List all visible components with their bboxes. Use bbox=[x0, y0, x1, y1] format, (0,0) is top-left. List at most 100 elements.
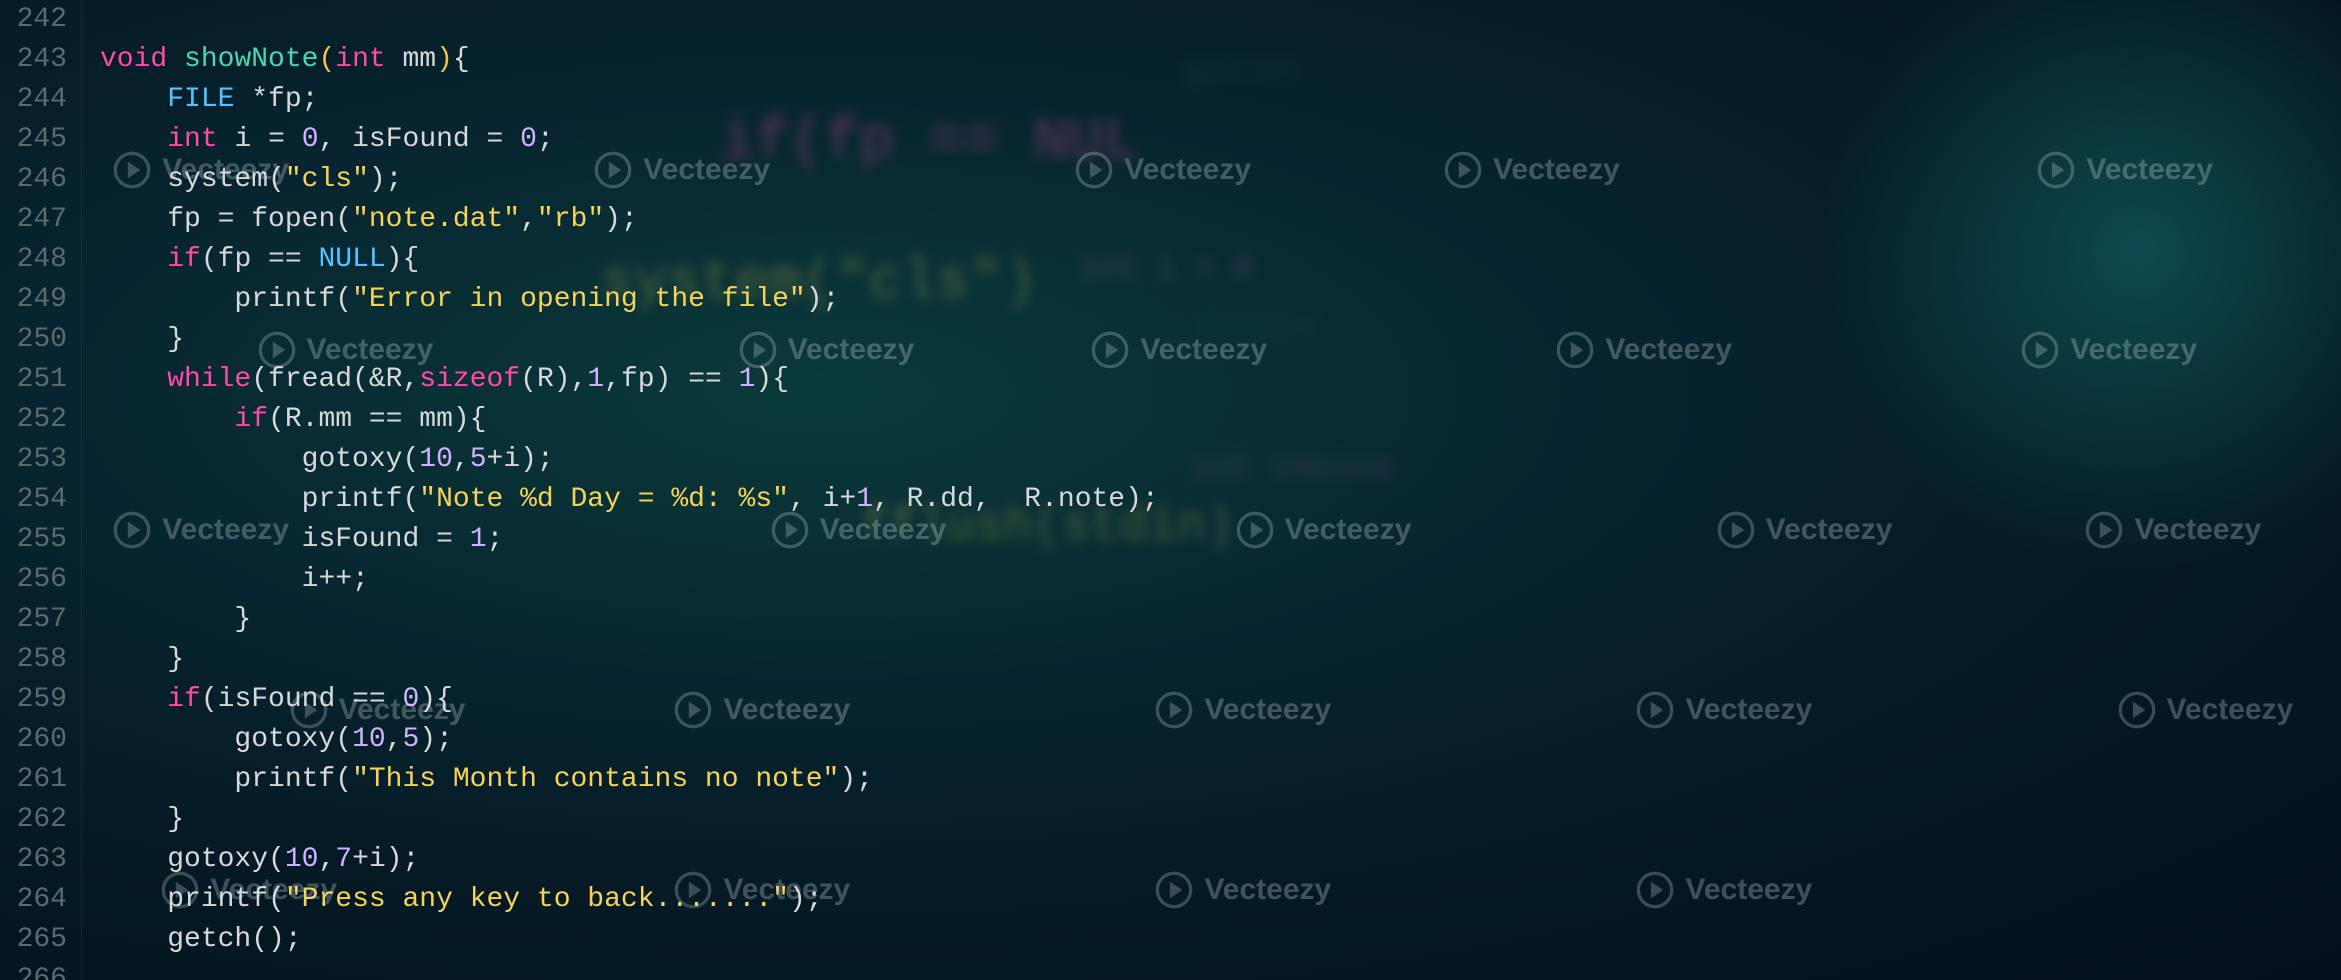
token-op: = bbox=[419, 524, 469, 555]
token-op: ); bbox=[789, 884, 823, 915]
code-line[interactable]: getch(); bbox=[100, 920, 1159, 960]
token-id: mm bbox=[419, 404, 453, 435]
line-number: 264 bbox=[0, 880, 67, 920]
token-str: "Note %d Day = %d: %s" bbox=[419, 484, 789, 515]
token-call: fopen bbox=[251, 204, 335, 235]
code-line[interactable]: while(fread(&R,sizeof(R),1,fp) == 1){ bbox=[100, 360, 1159, 400]
token-op: ){ bbox=[386, 244, 420, 275]
token-op: , bbox=[319, 124, 353, 155]
token-kw: if bbox=[167, 244, 201, 275]
code-line[interactable]: if(isFound == 0){ bbox=[100, 680, 1159, 720]
token-kw: while bbox=[167, 364, 251, 395]
token-op: ( bbox=[402, 484, 419, 515]
token-op: ( bbox=[335, 724, 352, 755]
token-op: ); bbox=[806, 284, 840, 315]
code-line[interactable]: system("cls"); bbox=[100, 160, 1159, 200]
token-str: "Press any key to back......." bbox=[285, 884, 789, 915]
line-number: 253 bbox=[0, 440, 67, 480]
code-line[interactable]: isFound = 1; bbox=[100, 520, 1159, 560]
token-call: printf bbox=[302, 484, 403, 515]
token-num: 0 bbox=[402, 684, 419, 715]
token-op: ); bbox=[419, 724, 453, 755]
token-op: ( bbox=[402, 444, 419, 475]
token-op: == bbox=[251, 244, 318, 275]
line-number: 251 bbox=[0, 360, 67, 400]
code-line[interactable]: if(fp == NULL){ bbox=[100, 240, 1159, 280]
token-call: gotoxy bbox=[167, 844, 268, 875]
token-op: ; bbox=[537, 124, 554, 155]
token-op: (); bbox=[251, 924, 301, 955]
line-number: 243 bbox=[0, 40, 67, 80]
watermark: Vecteezy bbox=[1635, 870, 1812, 910]
token-id: fp bbox=[218, 244, 252, 275]
token-op: == bbox=[352, 404, 419, 435]
code-line[interactable]: } bbox=[100, 600, 1159, 640]
token-op: ( bbox=[268, 164, 285, 195]
code-line[interactable] bbox=[100, 960, 1159, 980]
code-line[interactable]: printf("This Month contains no note"); bbox=[100, 760, 1159, 800]
code-content[interactable]: void showNote(int mm){ FILE *fp; int i =… bbox=[100, 0, 1159, 980]
line-number: 260 bbox=[0, 720, 67, 760]
token-op: + bbox=[839, 484, 856, 515]
token-op: } bbox=[167, 804, 184, 835]
code-line[interactable]: printf("Error in opening the file"); bbox=[100, 280, 1159, 320]
token-num: 10 bbox=[419, 444, 453, 475]
token-op: = bbox=[470, 124, 520, 155]
token-id: R bbox=[285, 404, 302, 435]
token-op: ( bbox=[268, 404, 285, 435]
code-line[interactable]: gotoxy(10,5+i); bbox=[100, 440, 1159, 480]
line-number: 261 bbox=[0, 760, 67, 800]
token-op: ++; bbox=[318, 564, 368, 595]
watermark: Vecteezy bbox=[2020, 330, 2197, 370]
code-line[interactable]: } bbox=[100, 320, 1159, 360]
token-op: + bbox=[352, 844, 369, 875]
token-op bbox=[386, 44, 403, 75]
token-op: } bbox=[167, 324, 184, 355]
line-number: 255 bbox=[0, 520, 67, 560]
token-num: 1 bbox=[739, 364, 756, 395]
code-line[interactable]: } bbox=[100, 640, 1159, 680]
code-line[interactable]: printf("Note %d Day = %d: %s", i+1, R.dd… bbox=[100, 480, 1159, 520]
line-number: 244 bbox=[0, 80, 67, 120]
token-num: 5 bbox=[470, 444, 487, 475]
line-number: 257 bbox=[0, 600, 67, 640]
line-number: 247 bbox=[0, 200, 67, 240]
code-line[interactable]: void showNote(int mm){ bbox=[100, 40, 1159, 80]
code-line[interactable]: printf("Press any key to back......."); bbox=[100, 880, 1159, 920]
token-call: system bbox=[167, 164, 268, 195]
token-op: ); bbox=[604, 204, 638, 235]
token-type: FILE bbox=[167, 84, 234, 115]
code-line[interactable]: gotoxy(10,7+i); bbox=[100, 840, 1159, 880]
code-line[interactable]: i++; bbox=[100, 560, 1159, 600]
line-number: 248 bbox=[0, 240, 67, 280]
code-line[interactable]: } bbox=[100, 800, 1159, 840]
token-num: 1 bbox=[470, 524, 487, 555]
token-num: 5 bbox=[402, 724, 419, 755]
token-id: i bbox=[369, 844, 386, 875]
token-op: ( bbox=[335, 204, 352, 235]
code-line[interactable]: fp = fopen("note.dat","rb"); bbox=[100, 200, 1159, 240]
code-line[interactable]: int i = 0, isFound = 0; bbox=[100, 120, 1159, 160]
token-str: "rb" bbox=[537, 204, 604, 235]
token-op: ); bbox=[1125, 484, 1159, 515]
code-line[interactable]: if(R.mm == mm){ bbox=[100, 400, 1159, 440]
token-call: gotoxy bbox=[234, 724, 335, 755]
token-id: R bbox=[907, 484, 924, 515]
token-str: "Error in opening the file" bbox=[352, 284, 806, 315]
line-number: 263 bbox=[0, 840, 67, 880]
code-line[interactable] bbox=[100, 0, 1159, 40]
token-id: isFound bbox=[352, 124, 470, 155]
token-call: getch bbox=[167, 924, 251, 955]
code-line[interactable]: FILE *fp; bbox=[100, 80, 1159, 120]
token-op: } bbox=[167, 644, 184, 675]
watermark: Vecteezy bbox=[1235, 510, 1412, 550]
token-op bbox=[167, 44, 184, 75]
token-op: , bbox=[453, 444, 470, 475]
token-str: "cls" bbox=[285, 164, 369, 195]
code-line[interactable]: gotoxy(10,5); bbox=[100, 720, 1159, 760]
line-number: 258 bbox=[0, 640, 67, 680]
code-editor[interactable]: 2422432442452462472482492502512522532542… bbox=[0, 0, 2341, 120]
watermark: Vecteezy bbox=[1154, 870, 1331, 910]
line-number: 262 bbox=[0, 800, 67, 840]
token-kw: if bbox=[234, 404, 268, 435]
